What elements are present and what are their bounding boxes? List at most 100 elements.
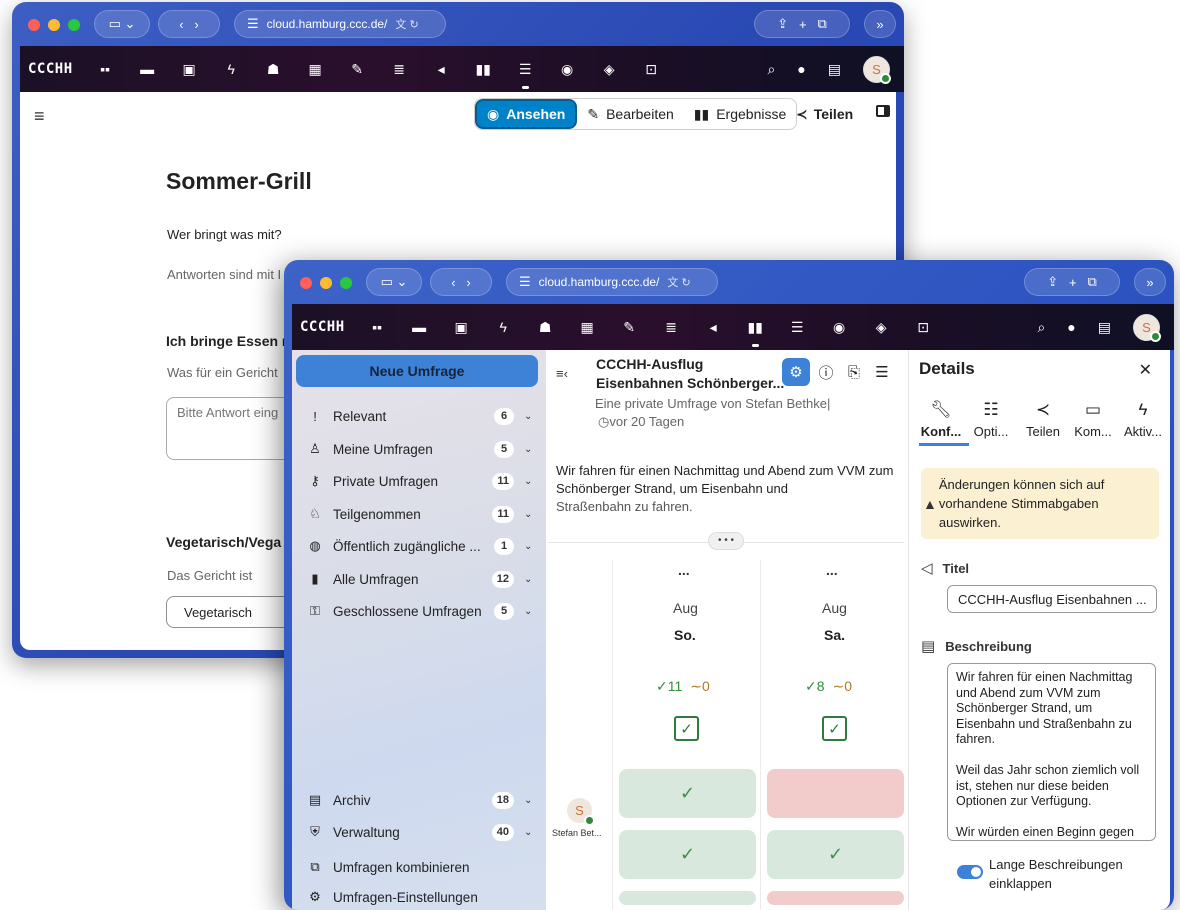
address-bar[interactable]: ☰ cloud.hamburg.ccc.de/ 文 ↻ [506, 268, 718, 296]
chevron-down-icon[interactable]: ⌄ [524, 606, 538, 617]
notes-icon[interactable]: ✎ [347, 59, 368, 80]
forms-icon[interactable]: ☰ [515, 59, 536, 89]
list-view-button[interactable]: ☰ [868, 358, 896, 386]
share-button[interactable]: ≺ Teilen [796, 106, 853, 123]
photos-icon[interactable]: ▣ [179, 59, 200, 80]
nav-item-participated[interactable]: ♘ Teilgenommen 11 ⌄ [304, 501, 538, 527]
avatar[interactable]: S [1133, 313, 1161, 342]
chevron-down-icon[interactable]: ⌄ [524, 795, 538, 806]
vote-checkbox[interactable]: ✓ [674, 716, 699, 741]
chevron-left-icon[interactable]: ‹ [451, 275, 455, 290]
nav-item-administration[interactable]: ⛨ Verwaltung 40 ⌄ [304, 819, 538, 845]
menu-icon[interactable]: ≡ [34, 106, 45, 127]
files-icon[interactable]: ▬ [409, 317, 430, 338]
tab-sharing[interactable]: ≺ Teilen [1017, 400, 1069, 439]
sidebar-toggle-icon[interactable] [876, 105, 890, 117]
deck-icon[interactable]: ≣ [661, 317, 682, 338]
dashboard-icon[interactable]: ▪▪ [367, 317, 388, 338]
contacts-menu-icon[interactable]: ▤ [828, 61, 841, 78]
announcements-icon[interactable]: ◂ [703, 317, 724, 338]
new-poll-button[interactable]: Neue Umfrage [296, 355, 538, 387]
address-bar[interactable]: ☰ cloud.hamburg.ccc.de/ 文 ↻ [234, 10, 446, 38]
passwords-icon[interactable]: ⊡ [913, 317, 934, 338]
nav-item-my-polls[interactable]: ♙ Meine Umfragen 5 ⌄ [304, 436, 538, 462]
sidebar-toggle-button[interactable]: ▭ ⌄ [366, 268, 422, 296]
zoom-window-button[interactable] [340, 277, 352, 289]
collapse-nav-icon[interactable]: ≡‹ [556, 366, 568, 381]
deck-icon[interactable]: ≣ [389, 59, 410, 80]
polls-icon[interactable]: ▮▮ [745, 317, 766, 347]
more-tabs-button[interactable]: » [864, 10, 896, 38]
sidebar-toggle-button[interactable]: ▭ ⌄ [94, 10, 150, 38]
activity-icon[interactable]: ϟ [493, 317, 514, 338]
brand-logo[interactable]: CCCHH [300, 319, 345, 335]
translate-icon[interactable]: 文 ↻ [395, 16, 418, 32]
expand-description-button[interactable]: • • • [708, 532, 744, 550]
nav-item-archive[interactable]: ▤ Archiv 18 ⌄ [304, 787, 538, 813]
share-icon[interactable]: ⇪ [777, 16, 788, 32]
new-tab-icon[interactable]: + [799, 17, 807, 32]
minimize-window-button[interactable] [48, 19, 60, 31]
nav-item-private-polls[interactable]: ⚷ Private Umfragen 11 ⌄ [304, 468, 538, 494]
tab-activity[interactable]: ϟ Aktiv... [1117, 400, 1169, 439]
announcements-icon[interactable]: ◂ [431, 59, 452, 80]
chevron-down-icon[interactable]: ⌄ [524, 509, 538, 520]
search-icon[interactable]: ⌕ [1037, 319, 1045, 336]
share-icon[interactable]: ⇪ [1047, 274, 1058, 290]
contacts-icon[interactable]: ☗ [535, 317, 556, 338]
title-input[interactable]: CCCHH-Ausflug Eisenbahnen ... [947, 585, 1157, 613]
tabs-icon[interactable]: ⧉ [817, 16, 826, 32]
tab-configuration[interactable]: 🔧︎ Konf... [915, 400, 967, 439]
nav-item-relevant[interactable]: ! Relevant 6 ⌄ [304, 403, 538, 429]
maps-icon[interactable]: ◈ [599, 59, 620, 80]
close-window-button[interactable] [28, 19, 40, 31]
chevron-right-icon[interactable]: › [466, 275, 470, 290]
chevron-down-icon[interactable]: ⌄ [524, 411, 538, 422]
tabs-icon[interactable]: ⧉ [1087, 274, 1096, 290]
calendar-icon[interactable]: ▦ [305, 59, 326, 80]
back-forward-buttons[interactable]: ‹ › [158, 10, 220, 38]
calendar-icon[interactable]: ▦ [577, 317, 598, 338]
chevron-down-icon[interactable]: ⌄ [524, 827, 538, 838]
vote-checkbox[interactable]: ✓ [822, 716, 847, 741]
notifications-icon[interactable]: ● [797, 61, 805, 77]
talk-icon[interactable]: ◉ [557, 59, 578, 80]
polls-icon[interactable]: ▮▮ [473, 59, 494, 80]
collapse-description-toggle[interactable] [957, 865, 983, 879]
tab-options[interactable]: ☷ Opti... [965, 400, 1017, 439]
talk-icon[interactable]: ◉ [829, 317, 850, 338]
close-window-button[interactable] [300, 277, 312, 289]
search-icon[interactable]: ⌕ [767, 61, 775, 78]
poll-settings-link[interactable]: ⚙ Umfragen-Einstellungen [304, 884, 538, 910]
combine-polls-link[interactable]: ⧉ Umfragen kombinieren [304, 854, 538, 880]
chevron-down-icon[interactable]: ⌄ [524, 444, 538, 455]
contacts-menu-icon[interactable]: ▤ [1098, 319, 1111, 336]
export-button[interactable]: ⎘ [840, 358, 868, 386]
back-forward-buttons[interactable]: ‹ › [430, 268, 492, 296]
view-button[interactable]: ◉ Ansehen [475, 99, 578, 129]
new-tab-icon[interactable]: + [1069, 275, 1077, 290]
chevron-down-icon[interactable]: ⌄ [524, 574, 538, 585]
notes-icon[interactable]: ✎ [619, 317, 640, 338]
description-textarea[interactable]: Wir fahren für einen Nachmittag und Aben… [947, 663, 1156, 841]
forms-icon[interactable]: ☰ [787, 317, 808, 338]
edit-button[interactable]: ✎ Bearbeiten [577, 99, 683, 129]
nav-item-public-polls[interactable]: ◍ Öffentlich zugängliche ... 1 ⌄ [304, 533, 538, 559]
passwords-icon[interactable]: ⊡ [641, 59, 662, 80]
chevron-down-icon[interactable]: ⌄ [524, 476, 538, 487]
tab-comments[interactable]: ▭ Kom... [1067, 400, 1119, 439]
files-icon[interactable]: ▬ [137, 59, 158, 80]
nav-item-all-polls[interactable]: ▮ Alle Umfragen 12 ⌄ [304, 566, 538, 592]
brand-logo[interactable]: CCCHH [28, 61, 73, 77]
option-menu-icon[interactable]: ... [678, 562, 690, 578]
notifications-icon[interactable]: ● [1067, 319, 1075, 335]
minimize-window-button[interactable] [320, 277, 332, 289]
zoom-window-button[interactable] [68, 19, 80, 31]
chevron-right-icon[interactable]: › [194, 17, 198, 32]
results-button[interactable]: ▮▮ Ergebnisse [684, 99, 796, 129]
close-icon[interactable]: ✕ [1139, 360, 1152, 380]
config-button[interactable]: ⚙ [782, 358, 810, 386]
chevron-left-icon[interactable]: ‹ [179, 17, 183, 32]
info-button[interactable]: ⓘ [812, 358, 840, 386]
chevron-down-icon[interactable]: ⌄ [524, 541, 538, 552]
